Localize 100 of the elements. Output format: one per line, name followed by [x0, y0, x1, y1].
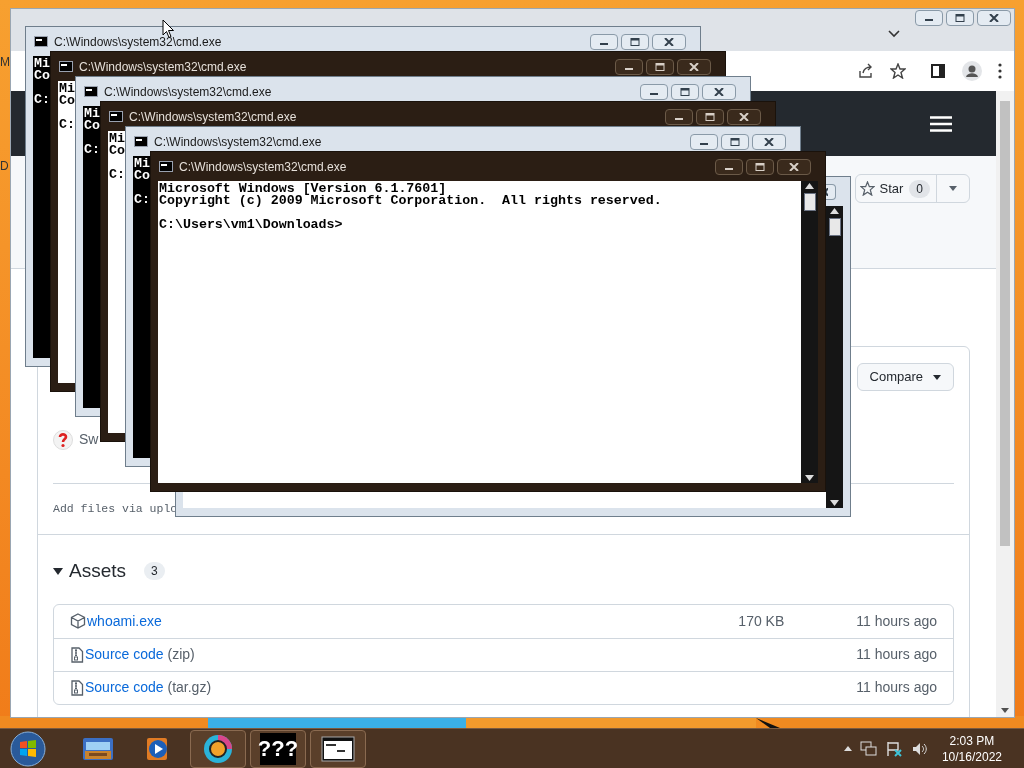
- close-button[interactable]: [702, 83, 736, 100]
- star-icon: [860, 181, 876, 196]
- maximize-icon: [730, 137, 740, 146]
- taskbar-button[interactable]: [310, 729, 366, 768]
- assets-heading: Assets: [69, 559, 127, 583]
- unknown-app-icon: ???: [260, 732, 296, 765]
- minimize-button[interactable]: [715, 158, 743, 175]
- taskbar-button[interactable]: [190, 729, 246, 768]
- console-icon: [109, 111, 123, 122]
- scroll-up-arrow[interactable]: [805, 183, 814, 189]
- maximize-icon: [655, 62, 665, 71]
- share-icon[interactable]: [858, 63, 874, 79]
- console-line: Co: [134, 170, 150, 182]
- asset-link[interactable]: Source code (tar.gz): [85, 677, 212, 698]
- maximize-icon: [705, 112, 715, 121]
- minimize-button[interactable]: [590, 33, 618, 50]
- asset-link[interactable]: whoami.exe: [87, 610, 162, 632]
- window-title: C:\Windows\system32\cmd.exe: [179, 158, 347, 176]
- asset-link[interactable]: Source code (zip): [85, 644, 195, 665]
- console-icon: [134, 136, 148, 147]
- console-line: C:: [59, 119, 75, 131]
- close-button[interactable]: [777, 158, 811, 175]
- close-icon: [824, 187, 828, 196]
- scroll-down-arrow[interactable]: [1001, 708, 1009, 713]
- console-line: Copyright (c) 2009 Microsoft Corporation. All rights reserved.: [159, 195, 662, 207]
- close-icon: [739, 112, 749, 121]
- chevron-down-icon[interactable]: [888, 30, 900, 38]
- disclosure-triangle[interactable]: [53, 566, 63, 577]
- console-line: Mi: [59, 83, 75, 95]
- caret-icon: [949, 186, 957, 191]
- asset-time: 11 hours ago: [856, 678, 937, 697]
- console-line: Co: [34, 70, 50, 82]
- close-button[interactable]: [727, 108, 761, 125]
- scroll-down-arrow[interactable]: [805, 475, 814, 481]
- count-badge: 3: [144, 562, 165, 581]
- maximize-button[interactable]: [721, 133, 749, 150]
- caret-up-icon[interactable]: [843, 746, 852, 751]
- window-title: C:\Windows\system32\cmd.exe: [129, 108, 297, 126]
- console-line: Mi: [84, 108, 100, 120]
- minimize-button[interactable]: [690, 133, 718, 150]
- star-icon[interactable]: [890, 63, 906, 79]
- clock[interactable]: 2:03 PM 10/16/2022: [941, 732, 1002, 765]
- maximize-button[interactable]: [946, 10, 974, 26]
- menu-icon[interactable]: [998, 63, 1002, 79]
- minimize-button[interactable]: [615, 58, 643, 75]
- sidebar-icon[interactable]: [930, 63, 946, 79]
- maximize-button[interactable]: [646, 58, 674, 75]
- maximize-button[interactable]: [621, 33, 649, 50]
- scrollbar[interactable]: [826, 206, 843, 508]
- network-icon[interactable]: [859, 740, 878, 757]
- maximize-button[interactable]: [671, 83, 699, 100]
- scroll-thumb[interactable]: [828, 218, 841, 236]
- window-title: C:\Windows\system32\cmd.exe: [54, 33, 222, 51]
- console-line: Co: [84, 120, 100, 132]
- profile-icon[interactable]: [962, 61, 982, 81]
- close-icon: [714, 87, 724, 96]
- maximize-icon: [630, 37, 640, 46]
- windows-logo-icon: [10, 730, 46, 767]
- close-icon: [989, 14, 999, 22]
- console-icon: [84, 86, 98, 97]
- desktop-icon-label[interactable]: D: [0, 160, 10, 172]
- close-button[interactable]: [677, 58, 711, 75]
- minimize-button[interactable]: [665, 108, 693, 125]
- console-line: Co: [109, 145, 125, 157]
- scroll-down-arrow[interactable]: [830, 500, 839, 506]
- scroll-thumb[interactable]: [803, 193, 816, 211]
- question-icon: [53, 429, 73, 450]
- console-icon: [321, 735, 355, 762]
- maximize-icon: [680, 87, 690, 96]
- console-line: C:: [109, 169, 125, 181]
- console-icon: [59, 61, 73, 72]
- close-button[interactable]: [977, 10, 1011, 26]
- start-button[interactable]: [8, 730, 48, 767]
- console-line: C:: [34, 94, 50, 106]
- release-contributor: Sw: [79, 430, 99, 449]
- console-line: C:: [134, 194, 150, 206]
- console-line: C:: [84, 144, 100, 156]
- desktop-icon-label[interactable]: M: [0, 56, 10, 68]
- scroll-up-arrow[interactable]: [830, 208, 839, 214]
- maximize-button[interactable]: [696, 108, 724, 125]
- console-line: C:\Users\vm1\Downloads>: [159, 219, 343, 231]
- close-button[interactable]: [752, 133, 786, 150]
- minimize-button[interactable]: [640, 83, 668, 100]
- zip-file-icon: [70, 679, 84, 696]
- console-icon: [34, 36, 48, 47]
- compare-button[interactable]: Compare: [856, 363, 954, 391]
- close-icon: [764, 137, 774, 146]
- maximize-button[interactable]: [746, 158, 774, 175]
- volume-icon[interactable]: [911, 741, 928, 756]
- flag-icon[interactable]: [885, 740, 904, 757]
- menu-icon[interactable]: [930, 115, 952, 132]
- window-title: C:\Windows\system32\cmd.exe: [154, 133, 322, 151]
- minimize-button[interactable]: [915, 10, 943, 26]
- scrollbar[interactable]: [996, 91, 1014, 717]
- scrollbar[interactable]: [801, 181, 818, 483]
- asset-time: 11 hours ago: [856, 611, 937, 631]
- mouse-cursor: [162, 19, 175, 39]
- close-button[interactable]: [652, 33, 686, 50]
- browser-icon: [202, 732, 234, 765]
- taskbar-button[interactable]: ???: [250, 729, 306, 768]
